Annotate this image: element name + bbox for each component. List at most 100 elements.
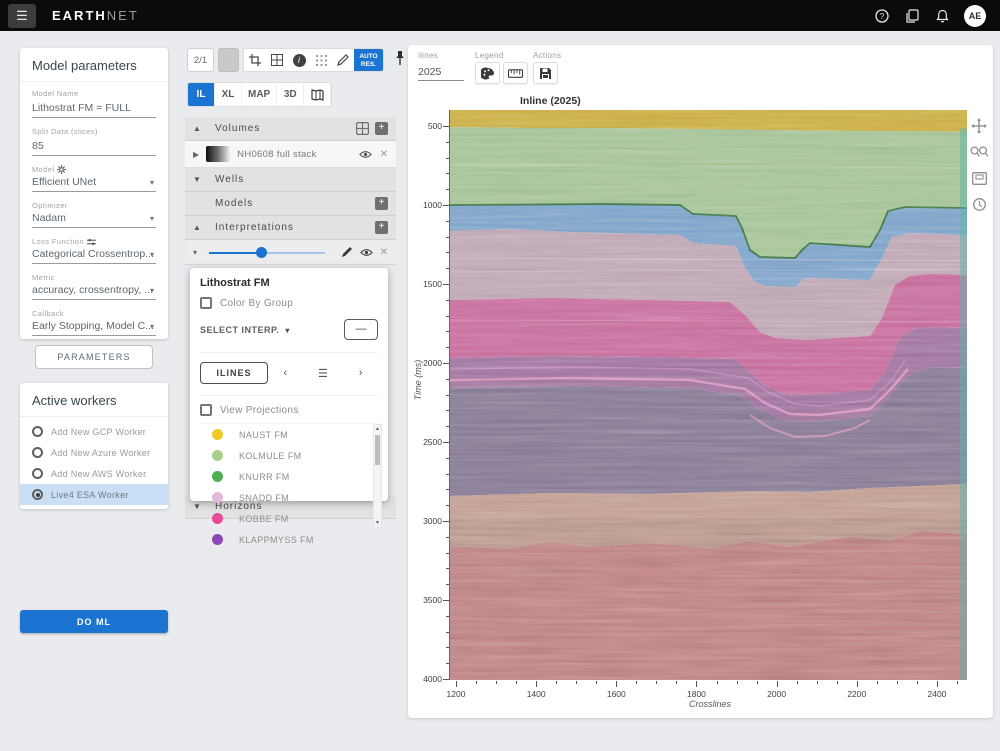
worker-option-azure[interactable]: Add New Azure Worker — [20, 442, 168, 463]
remove-volume-icon[interactable]: ✕ — [380, 149, 388, 160]
ruler-button[interactable] — [503, 62, 528, 84]
logo-bold: EARTH — [52, 8, 107, 23]
reset-view-button[interactable] — [970, 195, 988, 213]
save-button[interactable] — [533, 62, 558, 84]
bookmarks-icon[interactable] — [904, 8, 920, 24]
callback-select-field[interactable]: Callback Early Stopping, Model C... ▾ — [32, 309, 156, 336]
formation-item[interactable]: KLAPPMYSS FM — [200, 529, 378, 550]
scroll-down-icon[interactable]: ▼ — [374, 520, 381, 526]
checkbox-icon[interactable] — [200, 404, 212, 416]
callback-label: Callback — [32, 309, 156, 318]
tick-mark — [446, 331, 449, 332]
tick-label: 1000 — [408, 200, 442, 210]
pan-tool-button[interactable] — [970, 117, 988, 135]
color-by-group-checkbox-row[interactable]: Color By Group — [200, 297, 378, 309]
hamburger-menu-button[interactable]: ☰ — [8, 4, 36, 28]
next-arrow-icon[interactable]: › — [359, 367, 363, 379]
visibility-icon[interactable] — [360, 248, 373, 257]
add-volume-button[interactable]: + — [375, 122, 388, 135]
collapse-caret-icon[interactable]: ▾ — [193, 248, 197, 257]
split-data-label: Split Data (slices) — [32, 127, 156, 136]
worker-option-live4-esa[interactable]: Live4 ESA Worker — [20, 484, 168, 505]
section-wells[interactable]: ▼ Wells — [185, 168, 396, 192]
formation-item[interactable]: NAUST FM — [200, 424, 378, 445]
chevron-down-icon: ▼ — [193, 175, 203, 184]
loss-function-select-field[interactable]: Loss Function Categorical Crossentrop...… — [32, 237, 156, 264]
worker-option-aws[interactable]: Add New AWS Worker — [20, 463, 168, 484]
section-models[interactable]: Models + — [185, 192, 396, 216]
user-avatar[interactable]: AE — [964, 5, 986, 27]
metric-select-field[interactable]: Metric accuracy, crossentropy, ... ▾ — [32, 273, 156, 300]
remove-interp-button[interactable]: — — [344, 319, 378, 340]
seismic-section-image[interactable] — [449, 110, 966, 680]
split-data-input[interactable] — [32, 138, 156, 156]
formation-item[interactable]: KOLMULE FM — [200, 445, 378, 466]
scroll-up-icon[interactable]: ▲ — [374, 426, 381, 432]
tab-3d[interactable]: 3D — [277, 83, 304, 106]
help-icon[interactable]: ? — [874, 8, 890, 24]
snapshot-tool-button[interactable] — [970, 169, 988, 187]
chevron-down-icon: ▾ — [150, 250, 154, 259]
edit-icon[interactable] — [341, 246, 353, 258]
tab-map[interactable]: MAP — [242, 83, 277, 106]
model-select-value: Efficient UNet — [32, 174, 156, 192]
tick-mark — [576, 681, 577, 684]
tab-basemap-button[interactable] — [304, 83, 331, 106]
worker-option-gcp[interactable]: Add New GCP Worker — [20, 421, 168, 442]
view-projections-checkbox-row[interactable]: View Projections — [200, 395, 378, 416]
expand-caret-icon[interactable]: ▶ — [193, 150, 199, 159]
volume-item[interactable]: ▶ NH0608 full stack ✕ — [185, 141, 396, 168]
add-model-button[interactable]: + — [375, 197, 388, 210]
tick-mark — [443, 521, 449, 522]
formation-scrollbar[interactable]: ▲ ▼ — [373, 424, 382, 528]
grid-view-button[interactable] — [266, 49, 288, 71]
colormap-button[interactable] — [475, 62, 500, 84]
legend-label: Legend — [475, 51, 528, 60]
auto-res-button[interactable]: AUTO RES. — [354, 49, 383, 72]
formation-item[interactable]: KOBBE FM — [200, 508, 378, 529]
ilines-input[interactable] — [418, 63, 464, 81]
color-swatch-button[interactable] — [218, 48, 239, 72]
crop-button[interactable] — [244, 49, 266, 71]
loss-function-label: Loss Function — [32, 237, 84, 246]
pin-button[interactable] — [394, 50, 406, 71]
remove-interpretation-icon[interactable]: ✕ — [380, 247, 388, 258]
tab-xl[interactable]: XL — [215, 83, 242, 106]
tab-il[interactable]: IL — [188, 83, 215, 106]
list-menu-icon[interactable]: ☰ — [318, 367, 328, 380]
pixel-grid-button[interactable] — [310, 49, 332, 71]
tick-mark — [797, 681, 798, 684]
parameters-button[interactable]: PARAMETERS — [35, 345, 153, 369]
chevron-down-icon: ▾ — [285, 326, 290, 335]
section-volumes[interactable]: ▲ Volumes + — [185, 117, 396, 141]
ilines-mode-button[interactable]: ILINES — [200, 362, 268, 384]
tick-mark — [446, 142, 449, 143]
tick-mark — [957, 681, 958, 684]
slider-thumb[interactable] — [256, 247, 267, 258]
notifications-icon[interactable] — [934, 8, 950, 24]
annotate-button[interactable] — [332, 49, 354, 71]
opacity-slider[interactable] — [209, 247, 325, 258]
info-button[interactable]: i — [288, 49, 310, 71]
formation-item[interactable]: SNADD FM — [200, 487, 378, 508]
x-axis-label: Crosslines — [670, 699, 750, 709]
section-interpretations[interactable]: ▲ Interpretations + — [185, 216, 396, 240]
optimizer-select-field[interactable]: Optimizer Nadam ▾ — [32, 201, 156, 228]
add-interpretation-button[interactable]: + — [375, 221, 388, 234]
model-name-input[interactable] — [32, 100, 156, 118]
aspect-ratio-box[interactable]: 2/1 — [187, 48, 214, 72]
zoom-tool-button[interactable] — [970, 143, 988, 161]
scrollbar-thumb[interactable] — [375, 435, 380, 465]
checkbox-icon[interactable] — [200, 297, 212, 309]
visibility-icon[interactable] — [359, 150, 372, 159]
model-select-field[interactable]: Model Efficient UNet ▾ — [32, 165, 156, 192]
volumes-grid-icon[interactable] — [356, 122, 369, 135]
popup-title: Lithostrat FM — [200, 277, 378, 289]
prev-arrow-icon[interactable]: ‹ — [283, 367, 287, 379]
do-ml-button[interactable]: DO ML — [20, 610, 168, 633]
loss-function-select-value: Categorical Crossentrop... — [32, 246, 156, 264]
ruler-icon — [508, 69, 523, 78]
select-interp-dropdown[interactable]: SELECT INTERP.▾ — [200, 325, 290, 335]
formation-item[interactable]: KNURR FM — [200, 466, 378, 487]
tick-mark — [443, 284, 449, 285]
